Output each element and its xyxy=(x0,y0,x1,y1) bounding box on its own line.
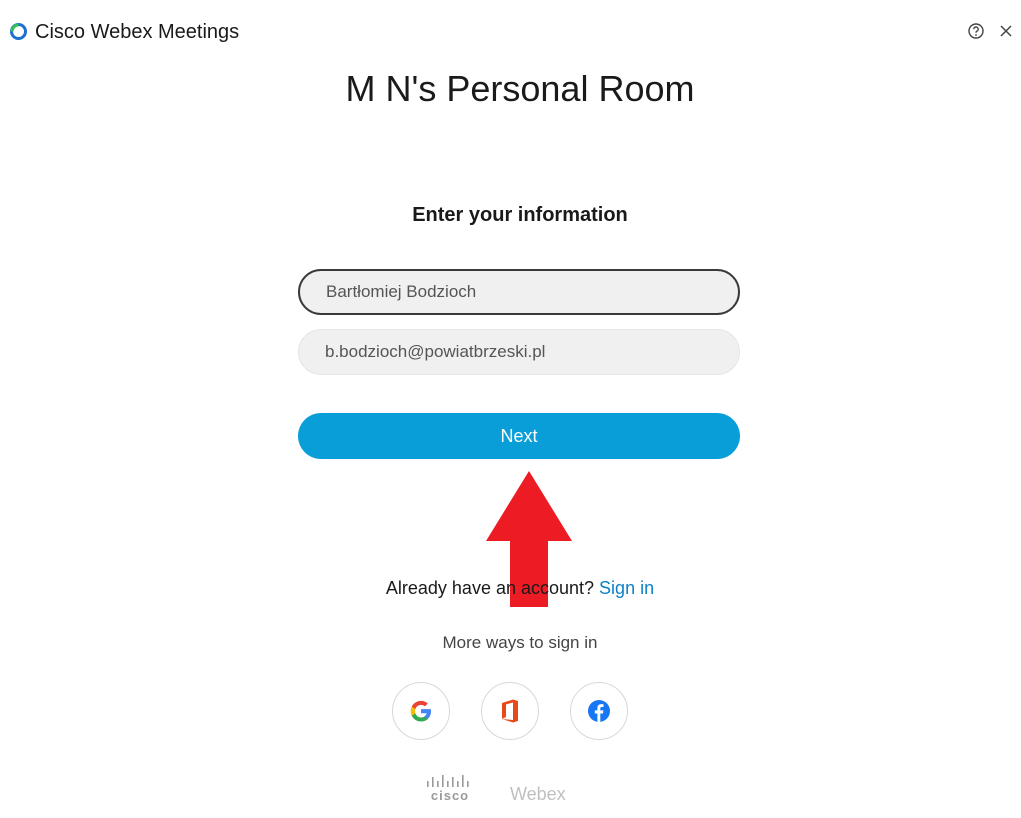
office-icon xyxy=(502,699,518,723)
account-line: Already have an account? Sign in xyxy=(0,578,1021,599)
facebook-icon xyxy=(588,700,610,722)
account-prompt: Already have an account? xyxy=(385,578,600,598)
cisco-wordmark: cisco xyxy=(430,788,470,803)
name-field[interactable] xyxy=(298,269,740,315)
close-icon[interactable] xyxy=(996,21,1016,41)
google-icon xyxy=(410,700,431,722)
cisco-webex-footer-logo: cisco Webex xyxy=(426,772,576,816)
room-title: M N's Personal Room xyxy=(345,68,695,109)
email-field[interactable] xyxy=(298,329,740,375)
sign-in-link[interactable]: Sign in xyxy=(599,578,654,598)
form-heading: Enter your information xyxy=(412,204,628,226)
title-bar: Cisco Webex Meetings xyxy=(0,0,1021,62)
webex-logo-icon xyxy=(10,23,27,40)
app-title: Cisco Webex Meetings xyxy=(35,21,240,43)
next-button[interactable]: Next xyxy=(298,413,740,459)
webex-wordmark: Webex xyxy=(510,784,566,804)
more-ways-label: More ways to sign in xyxy=(442,633,598,652)
webex-window: Cisco Webex Meetings M N's Personal Room… xyxy=(0,0,1021,818)
help-circle-icon[interactable] xyxy=(966,21,986,41)
google-sign-in-button[interactable] xyxy=(392,682,450,740)
office-sign-in-button[interactable] xyxy=(481,682,539,740)
facebook-sign-in-button[interactable] xyxy=(570,682,628,740)
